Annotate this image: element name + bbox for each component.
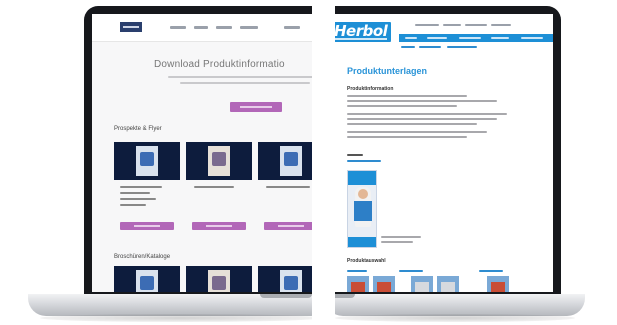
top-link[interactable] — [491, 24, 511, 26]
page-title: Download Produktinformatio — [154, 59, 285, 70]
product-thumbnail[interactable] — [347, 276, 369, 292]
top-link[interactable] — [465, 24, 487, 26]
page-title: Produktunterlagen — [347, 66, 428, 76]
card-caption-line — [120, 198, 156, 200]
brochure-thumbnail[interactable] — [114, 142, 180, 180]
nav-item[interactable] — [521, 37, 543, 39]
sub-nav-link[interactable] — [447, 46, 477, 48]
brochure-thumbnail[interactable] — [258, 142, 312, 180]
card-caption-line — [266, 186, 310, 188]
product-brochure-image[interactable] — [347, 170, 377, 248]
nav-link[interactable] — [170, 26, 186, 29]
product-thumbnail[interactable] — [411, 276, 433, 292]
laptop-screen-herbol-page: Herbol Produktunterlagen Produktinformat… — [335, 14, 553, 292]
nav-link[interactable] — [284, 26, 300, 29]
download-button[interactable] — [192, 222, 246, 230]
text-line — [347, 123, 477, 125]
section-heading: Produktauswahl — [347, 258, 386, 264]
thumbnail-caption[interactable] — [347, 270, 367, 272]
section-heading: Prospekte & Flyer — [114, 126, 162, 132]
laptop-right: Herbol Produktunterlagen Produktinformat… — [335, 0, 617, 325]
download-button[interactable] — [120, 222, 174, 230]
nav-item[interactable] — [459, 37, 481, 39]
catalog-thumbnail[interactable] — [114, 266, 180, 292]
nav-item[interactable] — [427, 37, 447, 39]
catalog-thumbnail[interactable] — [186, 266, 252, 292]
thumbnail-caption[interactable] — [399, 270, 423, 272]
brochure-thumbnail[interactable] — [186, 142, 252, 180]
intro-text-line — [168, 76, 312, 78]
card-caption-line — [120, 204, 146, 206]
intro-text-line — [180, 82, 310, 84]
site-header — [92, 14, 312, 42]
text-line — [347, 118, 497, 120]
card-caption-line — [194, 186, 234, 188]
laptop-base — [335, 294, 585, 316]
text-line — [381, 236, 421, 238]
site-header: Herbol — [335, 14, 553, 44]
nav-link[interactable] — [194, 26, 208, 29]
product-thumbnail[interactable] — [437, 276, 459, 292]
nav-link[interactable] — [216, 26, 232, 29]
laptop-notch — [260, 294, 312, 298]
laptop-shadow — [335, 314, 575, 322]
text-line — [347, 136, 467, 138]
link-line[interactable] — [347, 160, 381, 162]
text-line — [381, 241, 413, 243]
top-link[interactable] — [443, 24, 461, 26]
nav-item[interactable] — [491, 37, 509, 39]
card-caption-line — [120, 186, 162, 188]
image-divider — [312, 0, 335, 325]
thumbnail-caption[interactable] — [479, 270, 503, 272]
catalog-thumbnail[interactable] — [258, 266, 312, 292]
section-heading: Broschüren/Kataloge — [114, 254, 171, 260]
laptop-screen-download-page: Download Produktinformatio Prospekte & F… — [92, 14, 312, 292]
herbol-logo[interactable]: Herbol — [335, 22, 391, 42]
nav-link[interactable] — [240, 26, 258, 29]
laptop-notch — [335, 294, 355, 298]
sub-nav-link[interactable] — [401, 46, 415, 48]
site-logo[interactable] — [120, 22, 142, 32]
sub-nav-link[interactable] — [419, 46, 441, 48]
text-line — [347, 95, 467, 97]
download-all-button[interactable] — [230, 102, 282, 112]
label-line — [347, 154, 363, 156]
nav-item[interactable] — [405, 37, 417, 39]
logo-underline — [335, 38, 387, 40]
top-link[interactable] — [415, 24, 439, 26]
card-caption-line — [120, 192, 150, 194]
section-heading: Produktinformation — [347, 86, 394, 92]
product-thumbnail[interactable] — [373, 276, 395, 292]
laptop-left: Download Produktinformatio Prospekte & F… — [0, 0, 312, 325]
laptop-shadow — [40, 314, 312, 322]
text-line — [347, 100, 497, 102]
text-line — [347, 105, 457, 107]
text-line — [347, 113, 507, 115]
main-navigation — [399, 34, 553, 42]
download-button[interactable] — [264, 222, 312, 230]
text-line — [347, 131, 487, 133]
product-thumbnail[interactable] — [487, 276, 509, 292]
